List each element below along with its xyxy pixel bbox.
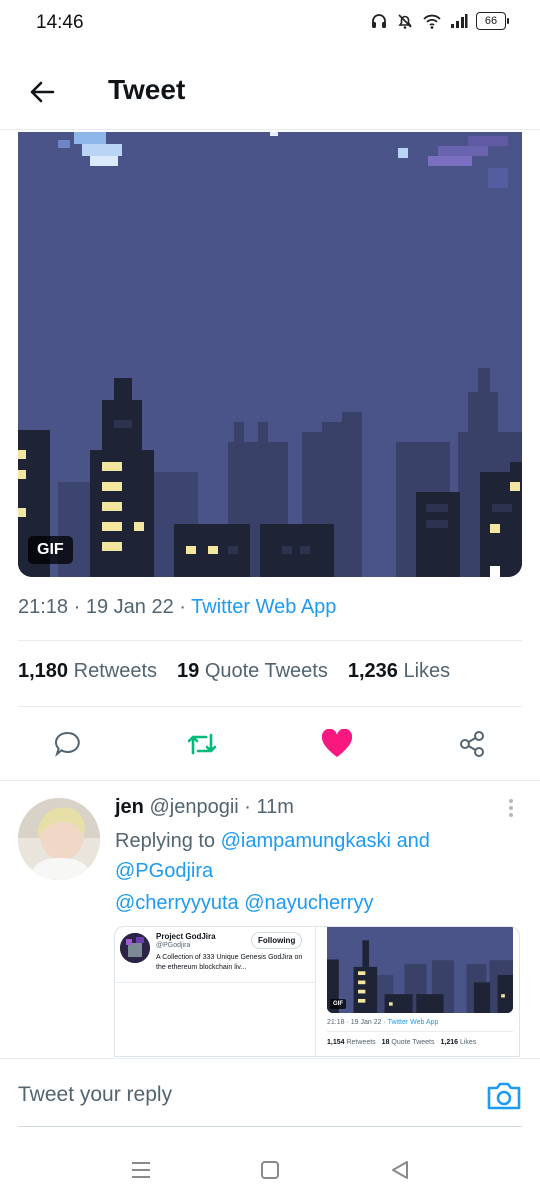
likes-count: 1,236 xyxy=(347,660,398,682)
replying-and: and xyxy=(396,830,430,852)
more-vertical-icon xyxy=(509,799,513,817)
quote-tweets-stat[interactable]: 19 Quote Tweets xyxy=(177,660,328,683)
mini-likes-count: 1,216 xyxy=(440,1039,459,1046)
mini-meta-time: 21:18 · 19 Jan 22 · xyxy=(327,1019,386,1026)
tweet-date: 19 Jan 22 xyxy=(85,596,174,618)
home-button[interactable] xyxy=(256,1156,284,1184)
likes-label: Likes xyxy=(403,660,451,682)
mini-retweets-count: 1,154 xyxy=(327,1039,345,1046)
replying-to-label: Replying to xyxy=(115,830,216,852)
screenshot-left-panel: Project GodJira @PGodjira Following A Co… xyxy=(115,927,316,1056)
reply-time: 11m xyxy=(256,796,294,818)
avatar[interactable] xyxy=(18,798,100,880)
mini-profile-handle: @PGodjira xyxy=(156,942,191,949)
back-arrow-icon xyxy=(30,81,55,103)
meta-separator: · xyxy=(179,596,186,618)
headphones-icon xyxy=(372,14,386,28)
mute-bell-icon xyxy=(398,14,412,29)
screenshot-right-panel: GIF 21:18 · 19 Jan 22 · Twitter Web App … xyxy=(321,927,519,1056)
profile-card: Project GodJira @PGodjira Following A Co… xyxy=(115,927,316,983)
menu-lines-icon xyxy=(132,1162,150,1178)
tweet-time: 21:18 xyxy=(18,596,69,618)
triangle-back-icon xyxy=(392,1161,408,1179)
mini-pixel-city-image xyxy=(327,927,513,1013)
like-button[interactable] xyxy=(317,726,357,762)
mini-profile-bio: A Collection of 333 Unique Genesis GodJi… xyxy=(156,954,303,971)
reply-input-underline xyxy=(18,1126,522,1127)
back-button[interactable] xyxy=(26,76,58,108)
tweet-media-gif[interactable]: GIF xyxy=(18,132,522,577)
reply-tweet[interactable]: jen @jenpogii · 11m Replying to @iampamu… xyxy=(0,782,540,1057)
status-time: 14:46 xyxy=(36,12,84,33)
mini-tweet-stats: 1,154 Retweets 18 Quote Tweets 1,216 Lik… xyxy=(327,1039,476,1046)
page-title: Tweet xyxy=(108,74,186,105)
mini-gif-badge: GIF xyxy=(330,999,346,1009)
camera-icon xyxy=(487,1082,521,1110)
replying-to: Replying to @iampamungkaski and @PGodjir… xyxy=(115,826,515,886)
reply-input[interactable]: Tweet your reply xyxy=(18,1083,172,1107)
quote-tweets-label: Quote Tweets xyxy=(204,660,328,682)
reply-composer: Tweet your reply xyxy=(0,1058,540,1126)
battery-indicator: 66 xyxy=(476,12,509,30)
app-header: Tweet xyxy=(0,58,540,130)
reply-bubble-icon xyxy=(55,731,80,757)
signal-icon xyxy=(451,14,468,28)
system-nav-bar xyxy=(0,1140,540,1200)
section-divider xyxy=(0,780,540,781)
profile-photo xyxy=(18,798,100,880)
status-icons: 66 xyxy=(370,12,509,30)
reply-button[interactable] xyxy=(48,726,88,762)
godjira-avatar-image xyxy=(120,933,150,963)
retweets-label: Retweets xyxy=(73,660,157,682)
mini-likes-label: Likes xyxy=(459,1039,477,1046)
tweet-source-link[interactable]: Twitter Web App xyxy=(191,596,336,618)
gif-badge: GIF xyxy=(28,536,73,564)
recent-apps-button[interactable] xyxy=(127,1156,155,1184)
attached-screenshot[interactable]: Project GodJira @PGodjira Following A Co… xyxy=(114,926,520,1057)
wifi-icon xyxy=(423,14,441,29)
likes-stat[interactable]: 1,236 Likes xyxy=(348,660,450,683)
heart-filled-icon xyxy=(321,729,353,757)
author-name[interactable]: jen xyxy=(115,796,144,818)
mini-retweets-label: Retweets xyxy=(346,1039,376,1046)
pixel-city-image xyxy=(18,132,522,577)
square-icon xyxy=(261,1161,279,1179)
mini-quotes-count: 18 xyxy=(381,1039,390,1046)
divider xyxy=(18,706,522,707)
quote-tweets-count: 19 xyxy=(177,660,200,682)
mini-gif-media: GIF xyxy=(327,927,513,1013)
reply-header: jen @jenpogii · 11m xyxy=(115,796,294,819)
mention-link[interactable]: @iampamungkaski xyxy=(221,830,391,852)
tweet-stats: 1,180 Retweets 19 Quote Tweets 1,236 Lik… xyxy=(18,660,450,683)
reply-text-mentions[interactable]: @cherryyyuta @nayucherryy xyxy=(115,892,373,915)
tweet-meta: 21:18 · 19 Jan 22 · Twitter Web App xyxy=(18,596,336,619)
retweets-stat[interactable]: 1,180 Retweets xyxy=(18,660,157,683)
more-options-button[interactable] xyxy=(508,798,514,818)
meta-separator: · xyxy=(73,596,81,618)
author-handle[interactable]: @jenpogii xyxy=(149,796,238,818)
divider xyxy=(18,640,522,641)
mention-link[interactable]: @PGodjira xyxy=(115,860,213,882)
mini-tweet-meta: 21:18 · 19 Jan 22 · Twitter Web App xyxy=(327,1019,438,1026)
mini-profile-name: Project GodJira xyxy=(156,932,216,941)
mini-avatar xyxy=(120,933,150,963)
mini-divider xyxy=(327,1031,513,1032)
system-back-button[interactable] xyxy=(386,1156,414,1184)
meta-separator: · xyxy=(244,796,251,818)
share-icon xyxy=(460,731,484,757)
mini-following-button: Following xyxy=(251,932,303,949)
status-bar: 14:46 66 xyxy=(0,0,540,48)
retweet-button[interactable] xyxy=(182,726,222,762)
mini-quotes-label: Quote Tweets xyxy=(391,1039,435,1046)
tweet-actions xyxy=(0,720,540,770)
retweets-count: 1,180 xyxy=(18,660,69,682)
camera-button[interactable] xyxy=(484,1079,524,1113)
retweet-icon xyxy=(187,733,217,755)
mini-meta-source: Twitter Web App xyxy=(387,1019,439,1026)
share-button[interactable] xyxy=(452,726,492,762)
